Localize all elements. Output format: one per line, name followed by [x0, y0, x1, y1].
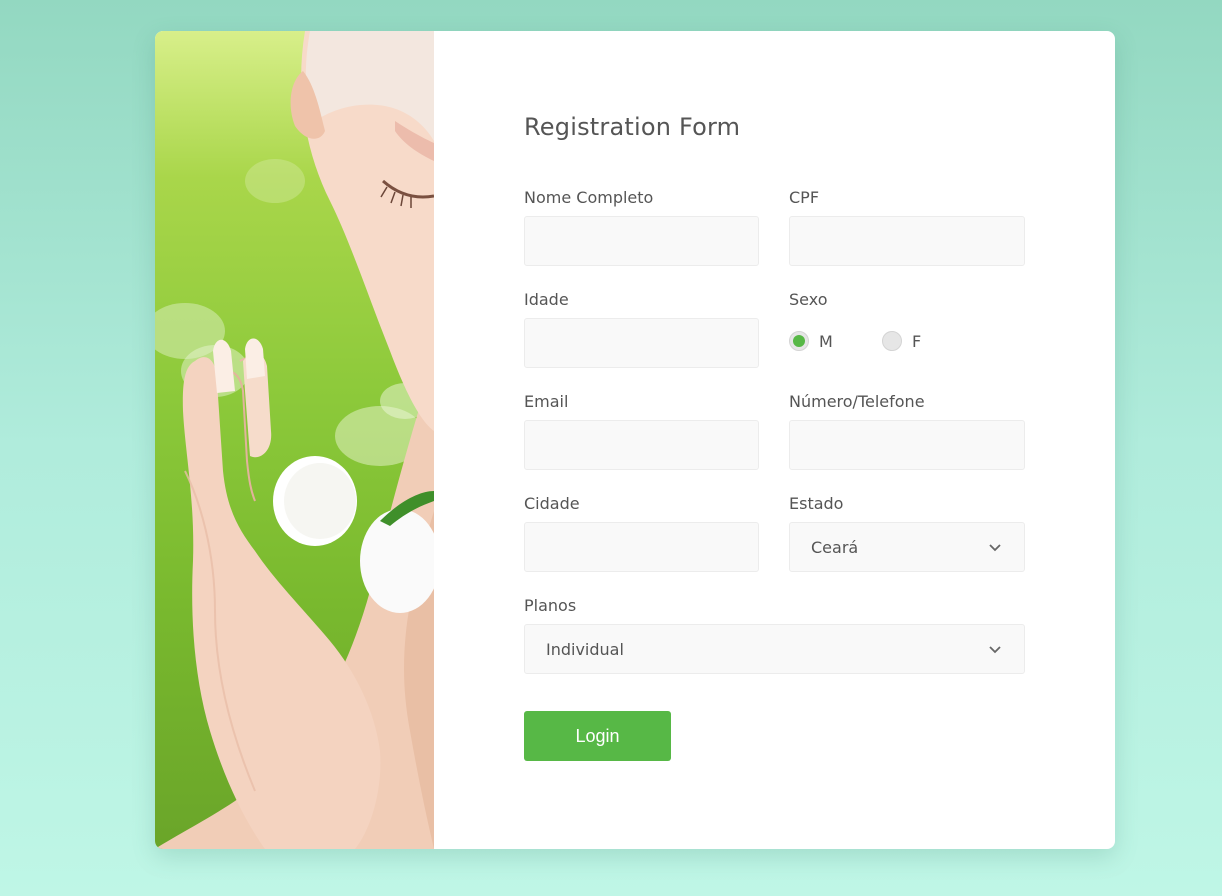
cpf-input[interactable] [789, 216, 1025, 266]
cidade-label: Cidade [524, 494, 580, 513]
radio-button-f[interactable] [882, 331, 902, 351]
telefone-input[interactable] [789, 420, 1025, 470]
sexo-label: Sexo [789, 290, 828, 309]
radio-label-m: M [819, 331, 833, 351]
chevron-down-icon [989, 544, 1001, 552]
cidade-input[interactable] [524, 522, 759, 572]
idade-input[interactable] [524, 318, 759, 368]
estado-select[interactable]: Ceará [789, 522, 1025, 572]
radio-selected-dot [793, 335, 805, 347]
registration-card: Registration Form Nome Completo CPF Idad… [155, 31, 1115, 849]
email-label: Email [524, 392, 569, 411]
chevron-down-icon [989, 646, 1001, 654]
radio-label-f: F [912, 331, 922, 351]
nome-input[interactable] [524, 216, 759, 266]
cpf-label: CPF [789, 188, 820, 207]
email-input[interactable] [524, 420, 759, 470]
planos-select[interactable]: Individual [524, 624, 1025, 674]
estado-selected-value: Ceará [811, 537, 859, 557]
sexo-radio-f[interactable]: F [882, 331, 921, 351]
login-button[interactable]: Login [524, 711, 671, 761]
estado-label: Estado [789, 494, 844, 513]
planos-selected-value: Individual [546, 639, 624, 659]
nome-label: Nome Completo [524, 188, 654, 207]
registration-form: Registration Form Nome Completo CPF Idad… [524, 31, 1025, 849]
sexo-radio-m[interactable]: M [789, 331, 833, 351]
idade-label: Idade [524, 290, 569, 309]
telefone-label: Número/Telefone [789, 392, 925, 411]
planos-label: Planos [524, 596, 577, 615]
woman-photo [155, 31, 434, 849]
form-title: Registration Form [524, 113, 741, 141]
radio-button-m[interactable] [789, 331, 809, 351]
